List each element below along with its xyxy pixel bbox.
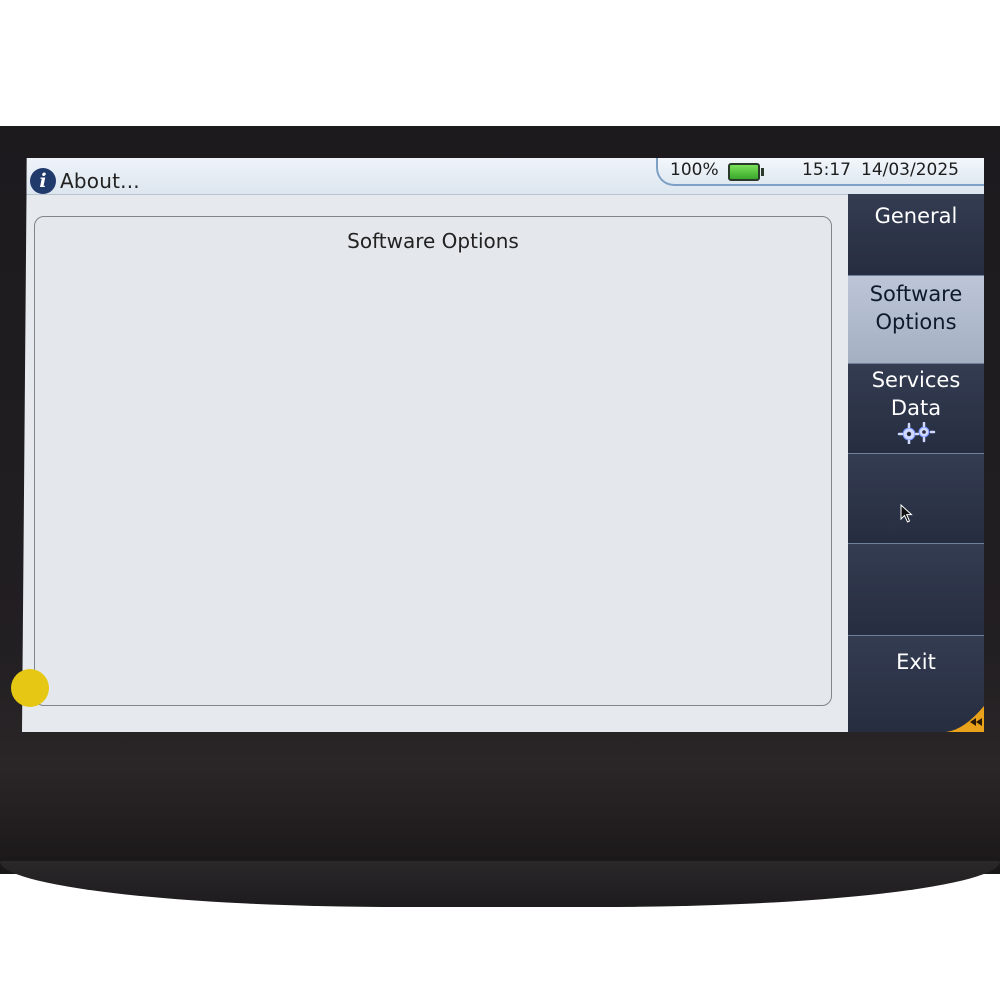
panel-title: Software Options: [347, 229, 519, 253]
rewind-icon[interactable]: [946, 706, 984, 732]
services-data-button[interactable]: Services Data: [848, 364, 984, 454]
clock-time: 15:17: [802, 160, 851, 180]
battery-percent: 100%: [670, 160, 719, 180]
empty-softkey-1[interactable]: [848, 454, 984, 544]
battery-icon: [728, 163, 764, 181]
softkey-column: General Software Options Services Data E…: [848, 194, 984, 732]
info-icon: i: [30, 168, 56, 194]
general-button[interactable]: General: [848, 194, 984, 276]
software-options-label-line2: Options: [875, 310, 957, 334]
software-options-button[interactable]: Software Options: [848, 276, 984, 364]
empty-softkey-2[interactable]: [848, 544, 984, 636]
clock-date: 14/03/2025: [861, 160, 959, 180]
device-bezel-lip: [0, 861, 1000, 907]
device-screen: i About... 100% 15:17 14/03/2025 Softwar…: [22, 158, 984, 732]
general-button-label: General: [874, 204, 958, 228]
status-bar: 100% 15:17 14/03/2025: [656, 158, 984, 186]
gears-icon: [897, 422, 936, 444]
exit-button-label: Exit: [896, 650, 936, 674]
services-data-label-line1: Services: [871, 368, 961, 392]
software-options-panel: Software Options: [34, 216, 832, 706]
title-bar: i About... 100% 15:17 14/03/2025: [22, 158, 984, 195]
photo-stage: i About... 100% 15:17 14/03/2025 Softwar…: [0, 0, 1000, 1000]
services-data-label-line2: Data: [890, 396, 942, 420]
window-title: About...: [60, 169, 140, 193]
software-options-label-line1: Software: [869, 282, 963, 306]
mouse-pointer-icon: [900, 504, 913, 523]
yellow-indicator-dot: [11, 669, 49, 707]
